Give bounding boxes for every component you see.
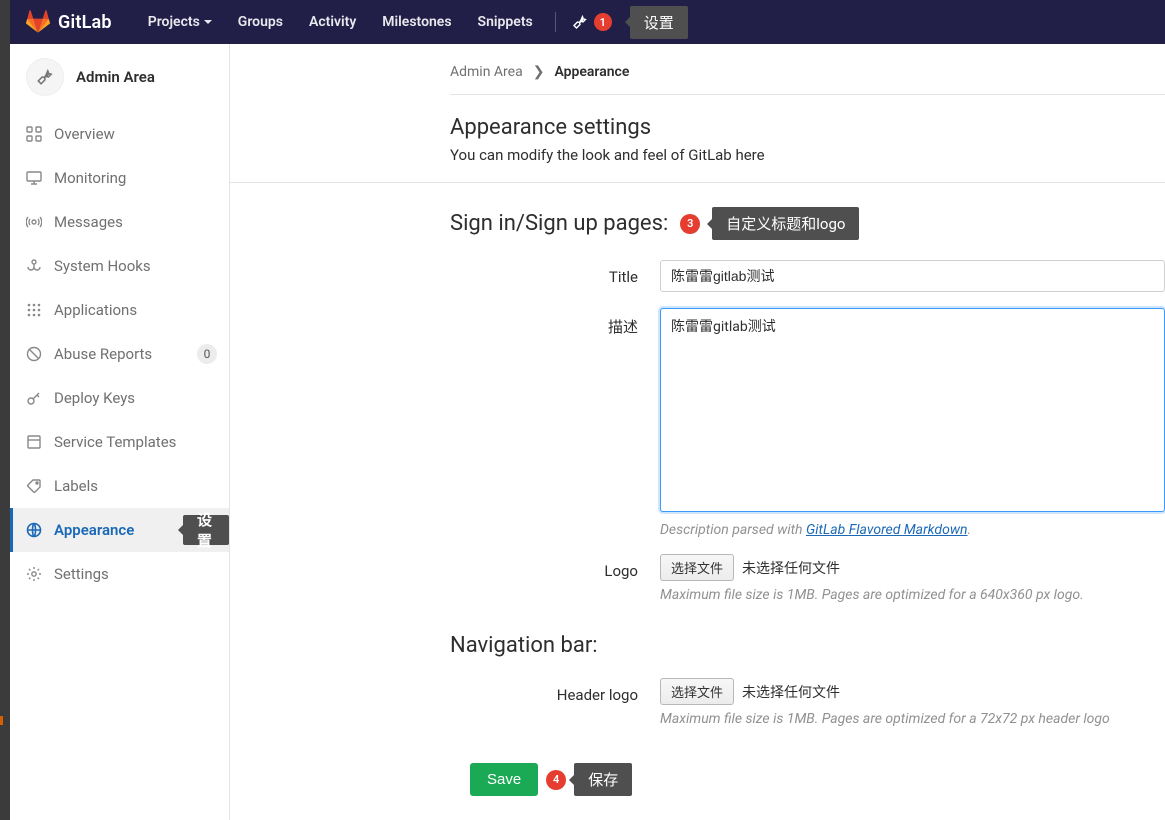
applications-icon	[22, 302, 46, 318]
sidebar-item-label: Overview	[54, 125, 217, 143]
wrench-avatar-icon	[26, 58, 64, 96]
row-title: Title	[230, 250, 1165, 298]
row-description: 描述 Description parsed with GitLab Flavor…	[230, 298, 1165, 544]
logo-file-status: 未选择任何文件	[742, 558, 840, 578]
sidebar-item-label: Monitoring	[54, 169, 217, 187]
nav-snippets[interactable]: Snippets	[466, 0, 545, 44]
sidebar-item-label: Appearance	[54, 521, 195, 539]
sidebar-item-abuse-reports[interactable]: Abuse Reports 0	[10, 332, 229, 376]
callout-badge-1: 1	[594, 13, 612, 31]
sidebar-item-system-hooks[interactable]: System Hooks	[10, 244, 229, 288]
gfm-link[interactable]: GitLab Flavored Markdown	[806, 522, 968, 538]
nav-snippets-label: Snippets	[478, 14, 533, 30]
sidebar-item-settings[interactable]: Settings	[10, 552, 229, 596]
label-header-logo: Header logo	[450, 678, 660, 704]
page-title: Appearance settings	[230, 95, 1165, 146]
callout-badge-4: 4	[546, 770, 566, 790]
chevron-down-icon	[204, 20, 212, 28]
overview-icon	[22, 126, 46, 142]
section-navbar-header: Navigation bar:	[230, 609, 1165, 668]
breadcrumb-root[interactable]: Admin Area	[450, 64, 523, 80]
hook-icon	[22, 258, 46, 274]
sidebar-header[interactable]: Admin Area	[10, 44, 229, 112]
title-input[interactable]	[660, 260, 1165, 292]
template-icon	[22, 434, 46, 450]
header-logo-help: Maximum file size is 1MB. Pages are opti…	[660, 711, 1165, 727]
desc-help-prefix: Description parsed with	[660, 522, 806, 538]
tooltip-appearance: 设置	[183, 515, 229, 545]
header-logo-file-status: 未选择任何文件	[742, 682, 840, 702]
label-title: Title	[450, 260, 660, 286]
sidebar-item-monitoring[interactable]: Monitoring	[10, 156, 229, 200]
brand[interactable]: GitLab	[26, 10, 112, 34]
nav-activity[interactable]: Activity	[297, 0, 368, 44]
abuse-count-badge: 0	[197, 344, 217, 364]
save-row: Save 4 保存	[230, 733, 1165, 796]
sidebar-title: Admin Area	[76, 68, 155, 86]
topnav: GitLab Projects Groups Activity Mileston…	[10, 0, 1165, 44]
wrench-icon	[572, 14, 588, 30]
page-subtitle: You can modify the look and feel of GitL…	[230, 146, 1165, 182]
nav-milestones-label: Milestones	[382, 14, 451, 30]
admin-wrench-button[interactable]: 1	[566, 0, 618, 44]
sidebar-item-label: Applications	[54, 301, 217, 319]
logo-help: Maximum file size is 1MB. Pages are opti…	[660, 587, 1165, 603]
sidebar-item-label: Deploy Keys	[54, 389, 217, 407]
broadcast-icon	[22, 214, 46, 230]
row-logo: Logo 选择文件 未选择任何文件 Maximum file size is 1…	[230, 544, 1165, 609]
nav-activity-label: Activity	[309, 14, 356, 30]
nav-milestones[interactable]: Milestones	[370, 0, 463, 44]
sidebar-nav: Overview Monitoring Messages System Hook…	[10, 112, 229, 604]
save-button[interactable]: Save	[470, 763, 538, 796]
breadcrumb-current: Appearance	[554, 64, 629, 80]
brand-name: GitLab	[58, 12, 112, 33]
sidebar-item-label: Messages	[54, 213, 217, 231]
sidebar-item-label: System Hooks	[54, 257, 217, 275]
sidebar-item-service-templates[interactable]: Service Templates	[10, 420, 229, 464]
sidebar: Admin Area Overview Monitoring Messages	[10, 44, 230, 820]
sidebar-item-messages[interactable]: Messages	[10, 200, 229, 244]
description-help: Description parsed with GitLab Flavored …	[660, 522, 1165, 538]
sidebar-item-overview[interactable]: Overview	[10, 112, 229, 156]
section-signin-title: Sign in/Sign up pages:	[450, 211, 668, 236]
sidebar-item-labels[interactable]: Labels	[10, 464, 229, 508]
sidebar-item-applications[interactable]: Applications	[10, 288, 229, 332]
logo-choose-file-button[interactable]: 选择文件	[660, 554, 734, 581]
abuse-icon	[22, 346, 46, 362]
callout-badge-3: 3	[680, 214, 700, 234]
sidebar-item-deploy-keys[interactable]: Deploy Keys	[10, 376, 229, 420]
sidebar-item-appearance[interactable]: Appearance 2 设置	[10, 508, 229, 552]
key-icon	[22, 390, 46, 406]
appearance-icon	[22, 522, 46, 538]
nav-groups-label: Groups	[238, 14, 283, 30]
section-navbar-title: Navigation bar:	[450, 633, 598, 658]
sidebar-item-label: Service Templates	[54, 433, 217, 451]
monitor-icon	[22, 170, 46, 186]
main: Admin Area ❯ Appearance Appearance setti…	[230, 44, 1165, 820]
nav-projects-label: Projects	[148, 14, 200, 30]
tooltip-settings-top: 设置	[630, 6, 688, 39]
nav-separator	[555, 12, 556, 32]
gear-icon	[22, 566, 46, 582]
gitlab-logo-icon	[26, 10, 50, 34]
nav-groups[interactable]: Groups	[226, 0, 295, 44]
label-logo: Logo	[450, 554, 660, 580]
window-scroll-gutter	[0, 0, 10, 820]
labels-icon	[22, 478, 46, 494]
label-description: 描述	[450, 308, 660, 337]
sidebar-item-label: Abuse Reports	[54, 345, 197, 363]
header-logo-choose-file-button[interactable]: 选择文件	[660, 678, 734, 705]
row-header-logo: Header logo 选择文件 未选择任何文件 Maximum file si…	[230, 668, 1165, 733]
tooltip-save: 保存	[574, 763, 632, 796]
chevron-right-icon: ❯	[533, 64, 545, 80]
description-textarea[interactable]	[660, 308, 1165, 512]
sidebar-item-label: Labels	[54, 477, 217, 495]
section-signin-header: Sign in/Sign up pages: 3 自定义标题和logo	[230, 182, 1165, 250]
tooltip-custom-title-logo: 自定义标题和logo	[712, 207, 859, 240]
nav-projects[interactable]: Projects	[136, 0, 224, 44]
desc-help-suffix: .	[968, 522, 972, 538]
breadcrumb: Admin Area ❯ Appearance	[230, 44, 1165, 94]
sidebar-item-label: Settings	[54, 565, 217, 583]
